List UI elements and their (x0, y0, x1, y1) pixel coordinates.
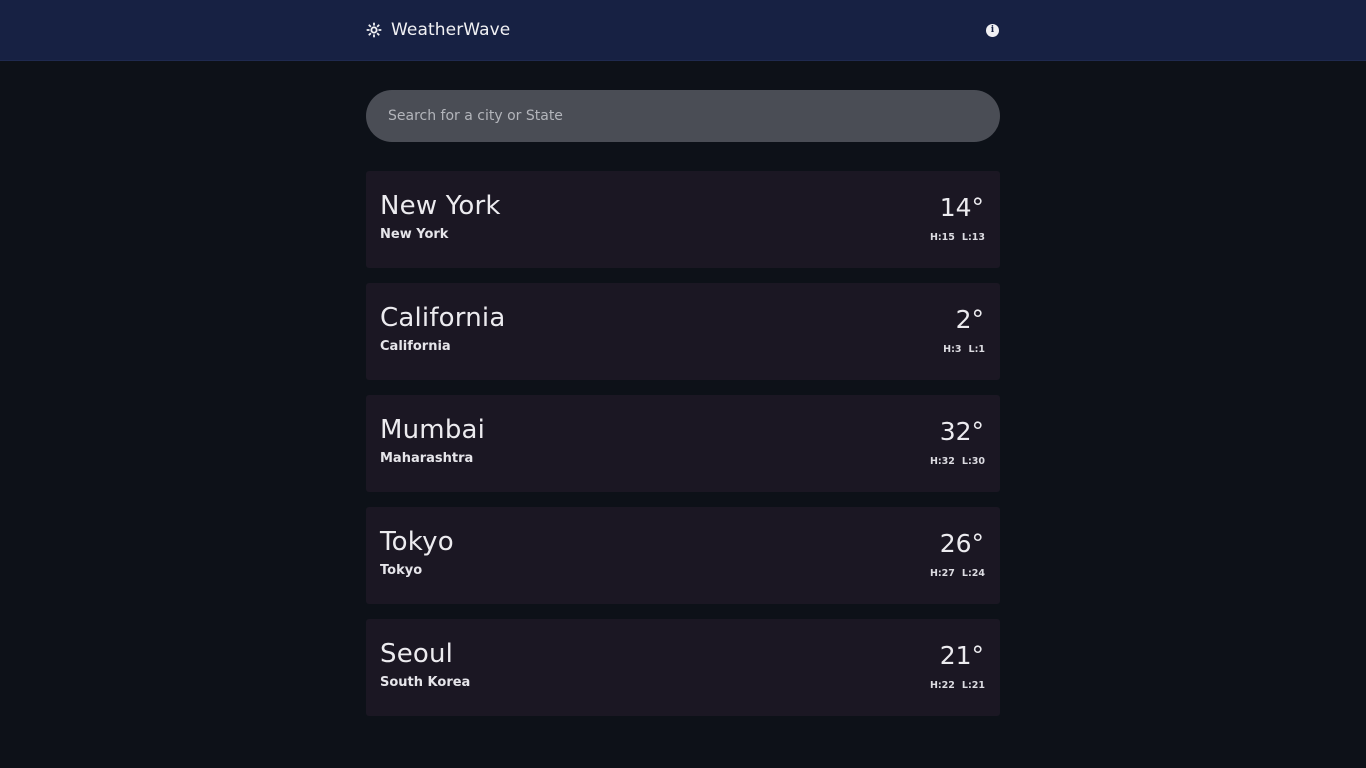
high-low: H:32 L:30 (930, 456, 985, 467)
city-card-new-york[interactable]: New York New York 14° H:15 L:13 (366, 171, 1000, 268)
city-list: New York New York 14° H:15 L:13 Californ… (366, 171, 1000, 731)
city-card-seoul[interactable]: Seoul South Korea 21° H:22 L:21 (366, 619, 1000, 716)
high-temperature: H:15 (929, 232, 955, 243)
low-temperature: L:30 (961, 456, 985, 467)
city-name: California (380, 303, 506, 333)
high-temperature: H:3 (943, 344, 962, 355)
city-name: Tokyo (380, 527, 454, 557)
city-name: Mumbai (380, 415, 486, 445)
low-temperature: L:13 (961, 232, 985, 243)
high-low: H:15 L:13 (930, 232, 985, 243)
info-icon[interactable]: i (986, 24, 999, 37)
city-card-california[interactable]: California California 2° H:3 L:1 (366, 283, 1000, 380)
city-region: New York (380, 227, 449, 242)
current-temperature: 14° (939, 193, 984, 222)
top-navbar: WeatherWave i (0, 0, 1366, 61)
high-low: H:22 L:21 (930, 680, 985, 691)
city-region: South Korea (380, 675, 471, 690)
high-temperature: H:27 (929, 568, 955, 579)
city-region: Tokyo (380, 563, 423, 578)
low-temperature: L:24 (961, 568, 985, 579)
current-temperature: 32° (939, 417, 984, 446)
low-temperature: L:1 (968, 344, 985, 355)
high-temperature: H:32 (929, 456, 955, 467)
city-name: Seoul (380, 639, 454, 669)
app-title: WeatherWave (391, 20, 511, 40)
city-region: California (380, 339, 451, 354)
current-temperature: 21° (939, 641, 984, 670)
search-input[interactable] (366, 90, 1000, 142)
high-low: H:3 L:1 (943, 344, 985, 355)
current-temperature: 2° (955, 305, 984, 334)
city-name: New York (380, 191, 501, 221)
high-low: H:27 L:24 (930, 568, 985, 579)
sun-icon (366, 22, 382, 38)
current-temperature: 26° (939, 529, 984, 558)
high-temperature: H:22 (929, 680, 955, 691)
low-temperature: L:21 (961, 680, 985, 691)
city-card-mumbai[interactable]: Mumbai Maharashtra 32° H:32 L:30 (366, 395, 1000, 492)
city-region: Maharashtra (380, 451, 474, 466)
city-card-tokyo[interactable]: Tokyo Tokyo 26° H:27 L:24 (366, 507, 1000, 604)
brand[interactable]: WeatherWave (366, 0, 510, 60)
